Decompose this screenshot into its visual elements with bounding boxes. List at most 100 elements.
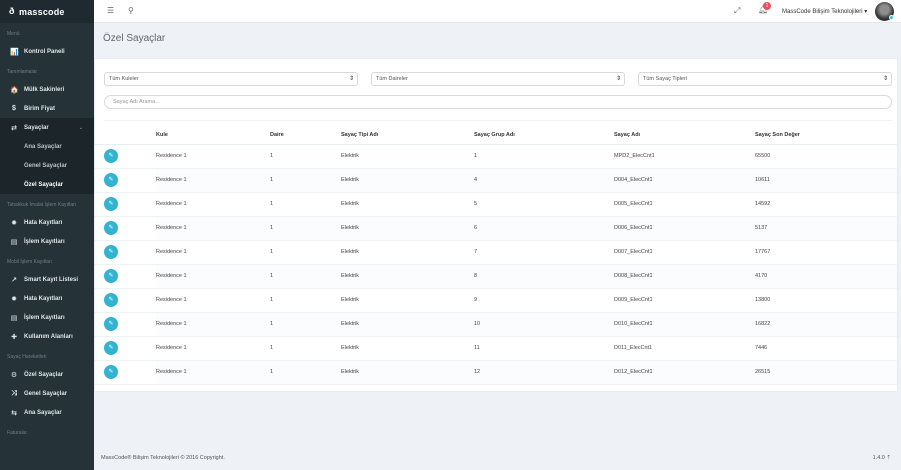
sidebar-subitem[interactable]: Ana Sayaçlar <box>0 137 94 156</box>
sidebar-item[interactable]: ↗ Smart Kayıt Listesi <box>0 270 94 289</box>
sidebar-item[interactable]: ✹ Hata Kayıtları <box>0 289 94 308</box>
footer-version: 1.4.0 ⇡ <box>872 455 891 461</box>
table-cell: 10 <box>474 312 614 337</box>
sidebar-item[interactable]: 📊 Kontrol Paneli <box>0 42 94 61</box>
table-row: ✎ Residence 1 1 Elektrik 1 MPD2_ElecCnt1 65500 <box>95 144 897 169</box>
cog-icon: ⚙ <box>10 371 18 379</box>
edit-icon: ✎ <box>108 273 114 279</box>
edit-button[interactable]: ✎ <box>104 221 118 235</box>
table-cell: Residence 1 <box>156 168 270 193</box>
table-cell: Residence 1 <box>156 288 270 313</box>
edit-button[interactable]: ✎ <box>104 245 118 259</box>
table-cell: 7 <box>474 240 614 265</box>
sidebar-item-label: İşlem Kayıtları <box>24 314 65 321</box>
table-cell: D006_ElecCnt1 <box>614 216 755 241</box>
edit-cell: ✎ <box>95 144 156 169</box>
table-cell: 1 <box>270 216 341 241</box>
table-cell: Elektrik <box>341 168 474 193</box>
edit-button[interactable]: ✎ <box>104 293 118 307</box>
table-cell: 17767 <box>755 240 897 265</box>
sidebar-item[interactable]: ▤ İşlem Kayıtları <box>0 232 94 251</box>
sidebar-item-label: İşlem Kayıtları <box>24 238 65 245</box>
table-cell: Elektrik <box>341 312 474 337</box>
sidebar-item[interactable]: ⇄ Sayaçlar ⌄ <box>0 118 94 137</box>
swap-icon: ⇄ <box>11 124 17 132</box>
sidebar-item[interactable]: ✹ Hata Kayıtları <box>0 213 94 232</box>
notification-bell-icon[interactable]: 🔔︎ 1 <box>758 2 771 14</box>
edit-cell: ✎ <box>95 312 156 337</box>
sidebar-item[interactable]: ⚙ Özel Sayaçlar <box>0 365 94 384</box>
table-cell: Residence 1 <box>156 264 270 289</box>
sidebar-subitem[interactable]: Özel Sayaçlar <box>0 175 94 194</box>
search-input[interactable]: Sayaç Adı Arama... <box>104 95 892 109</box>
table-cell: 11 <box>474 336 614 361</box>
table-cell: 14592 <box>755 192 897 217</box>
plus-icon: ✚ <box>11 333 17 341</box>
footer-copyright: MassCode® Bilişim Teknolojileri © 2016 C… <box>101 455 225 461</box>
edit-button[interactable]: ✎ <box>104 365 118 379</box>
table-cell: 1 <box>270 144 341 169</box>
dollar-icon: $ <box>12 105 16 112</box>
table-cell: 1 <box>270 336 341 361</box>
table-row: ✎ Residence 1 1 Elektrik 12 D012_ElecCnt1 2651… <box>95 360 897 385</box>
select-arrows-icon: ⇕ <box>882 76 888 82</box>
sidebar-section-title: Faturalar <box>7 430 28 436</box>
edit-button[interactable]: ✎ <box>104 341 118 355</box>
edit-button[interactable]: ✎ <box>104 149 118 163</box>
table-cell: D009_ElecCnt1 <box>614 288 755 313</box>
sidebar-subitem[interactable]: Genel Sayaçlar <box>0 156 94 175</box>
footer: MassCode® Bilişim Teknolojileri © 2016 C… <box>94 446 901 470</box>
bug-icon: ✹ <box>11 219 17 227</box>
table-cell: 1 <box>270 240 341 265</box>
table-row: ✎ Residence 1 1 Elektrik 6 D006_ElecCnt1 5137 <box>95 216 897 241</box>
brand-logo[interactable]: ð masscode <box>0 0 94 23</box>
sidebar: ð masscode Menü 📊 Kontrol Paneli Tanımlamal… <box>0 0 94 470</box>
topbar: ☰ ⚲ ⤢ 🔔︎ 1 MassCode Bilişim Teknolojiler… <box>94 0 901 23</box>
sidebar-item-label: Mülk Sakinleri <box>24 86 65 93</box>
edit-button[interactable]: ✎ <box>104 317 118 331</box>
edit-button[interactable]: ✎ <box>104 197 118 211</box>
table-cell: Elektrik <box>341 240 474 265</box>
online-status-dot <box>889 15 894 20</box>
page-title: Özel Sayaçlar <box>103 33 166 44</box>
edit-icon: ✎ <box>108 369 114 375</box>
column-header: Sayaç Son Değer <box>755 127 897 145</box>
daire-select[interactable]: Tüm Daireler ⇕ <box>371 72 625 86</box>
table-cell: Residence 1 <box>156 360 270 385</box>
table-cell: Elektrik <box>341 336 474 361</box>
table-cell: 65500 <box>755 144 897 169</box>
sidebar-item-label: Sayaçlar <box>24 124 49 131</box>
sidebar-item[interactable]: ⇆ Ana Sayaçlar <box>0 403 94 422</box>
table-row: ✎ Residence 1 1 Elektrik 7 D007_ElecCnt1 17767 <box>95 240 897 265</box>
table-cell: Elektrik <box>341 144 474 169</box>
table-row: ✎ Residence 1 1 Elektrik 9 D009_ElecCnt1 13800 <box>95 288 897 313</box>
sidebar-item[interactable]: 🏠 Mülk Sakinleri <box>0 80 94 99</box>
sidebar-item[interactable]: ✚ Kullanım Alanları <box>0 327 94 346</box>
notification-badge: 1 <box>763 2 771 10</box>
fullscreen-icon[interactable]: ⤢ <box>734 6 740 16</box>
table-cell: 1 <box>270 168 341 193</box>
bar-chart-icon: 📊 <box>10 48 19 56</box>
sidebar-item[interactable]: ⤨ Genel Sayaçlar <box>0 384 94 403</box>
user-name[interactable]: MassCode Bilişim Teknolojileri ▾ <box>782 8 867 15</box>
edit-button[interactable]: ✎ <box>104 269 118 283</box>
avatar[interactable] <box>875 2 894 21</box>
user-search-icon[interactable]: ⚲ <box>128 6 134 15</box>
loop-icon: ⇆ <box>11 409 17 417</box>
sidebar-item[interactable]: $ Birim Fiyat <box>0 99 94 118</box>
table-cell: 1 <box>270 192 341 217</box>
menu-toggle-icon[interactable]: ☰ <box>107 6 114 15</box>
kule-select[interactable]: Tüm Kuleler ⇕ <box>104 72 358 86</box>
edit-button[interactable]: ✎ <box>104 173 118 187</box>
divider <box>104 120 892 121</box>
table-cell: 26515 <box>755 360 897 385</box>
edit-cell: ✎ <box>95 216 156 241</box>
table-cell: Elektrik <box>341 360 474 385</box>
bug-icon: ✹ <box>11 295 17 303</box>
table-cell: Residence 1 <box>156 216 270 241</box>
edit-cell: ✎ <box>95 288 156 313</box>
sidebar-item-label: Genel Sayaçlar <box>24 390 68 397</box>
sayac-tipi-select[interactable]: Tüm Sayaç Tipleri ⇕ <box>638 72 892 86</box>
sidebar-item[interactable]: ▤ İşlem Kayıtları <box>0 308 94 327</box>
sidebar-item-label: Kullanım Alanları <box>24 333 73 340</box>
